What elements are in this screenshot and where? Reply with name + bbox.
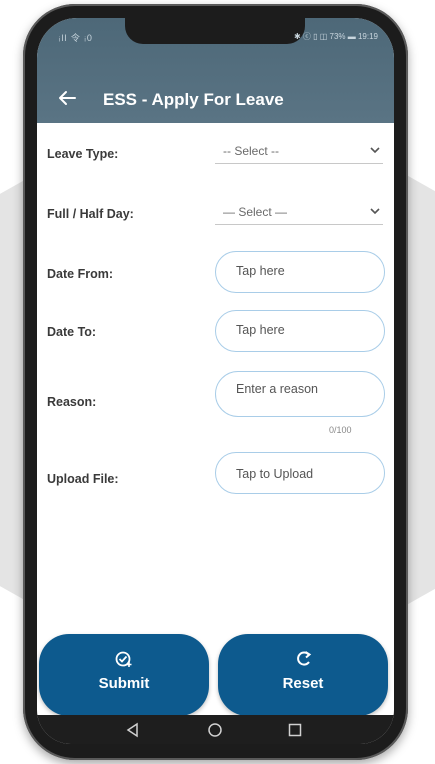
reason-label: Reason:: [47, 395, 97, 409]
date-from-placeholder: Tap here: [236, 264, 285, 278]
day-type-select[interactable]: — Select —: [215, 203, 383, 225]
upload-file-placeholder: Tap to Upload: [236, 467, 314, 481]
phone-screen: ᵢll 令 ᵢ0 ✱ ⓒ ▯ ◫ 73% ▬ 19:19 ESS - Apply…: [37, 18, 394, 744]
submit-button[interactable]: Submit: [39, 634, 209, 716]
nav-back-icon[interactable]: [125, 722, 141, 738]
reason-char-counter: 0/100: [329, 425, 352, 435]
upload-file-field[interactable]: Tap to Upload: [215, 452, 385, 494]
date-to-placeholder: Tap here: [236, 323, 285, 337]
back-arrow-glyph: [59, 91, 76, 105]
phone-frame: ᵢll 令 ᵢ0 ✱ ⓒ ▯ ◫ 73% ▬ 19:19 ESS - Apply…: [23, 4, 408, 760]
reset-label: Reset: [282, 675, 324, 692]
reason-field[interactable]: Enter a reason: [215, 371, 385, 417]
system-nav-bar: [37, 715, 394, 744]
chevron-down-icon: [370, 147, 380, 154]
stage: ᵢll 令 ᵢ0 ✱ ⓒ ▯ ◫ 73% ▬ 19:19 ESS - Apply…: [0, 0, 435, 764]
nav-recents-icon[interactable]: [287, 722, 303, 738]
refresh-icon: [297, 651, 312, 666]
camera-notch: [125, 18, 305, 44]
status-bar-right: ✱ ⓒ ▯ ◫ 73% ▬ 19:19: [293, 32, 378, 41]
status-bar-left: ᵢll 令 ᵢ0: [59, 33, 93, 43]
leave-type-label: Leave Type:: [47, 147, 119, 161]
date-from-label: Date From:: [47, 267, 113, 281]
submit-label: Submit: [98, 675, 150, 692]
page-title: ESS - Apply For Leave: [103, 90, 284, 109]
leave-type-value: -- Select --: [223, 144, 280, 158]
app-bar: ᵢll 令 ᵢ0 ✱ ⓒ ▯ ◫ 73% ▬ 19:19 ESS - Apply…: [37, 18, 394, 123]
day-type-value: — Select —: [223, 205, 288, 219]
check-circle-icon: [115, 651, 132, 667]
reason-placeholder: Enter a reason: [236, 382, 318, 396]
date-from-field[interactable]: Tap here: [215, 251, 385, 293]
day-type-label: Full / Half Day:: [47, 207, 134, 221]
leave-type-select[interactable]: -- Select --: [215, 142, 383, 164]
chevron-down-icon: [370, 208, 380, 215]
upload-file-label: Upload File:: [47, 472, 119, 486]
date-to-field[interactable]: Tap here: [215, 310, 385, 352]
date-to-label: Date To:: [47, 325, 97, 339]
back-arrow-icon[interactable]: [57, 90, 79, 106]
reset-button[interactable]: Reset: [218, 634, 388, 716]
nav-home-icon[interactable]: [207, 722, 223, 738]
